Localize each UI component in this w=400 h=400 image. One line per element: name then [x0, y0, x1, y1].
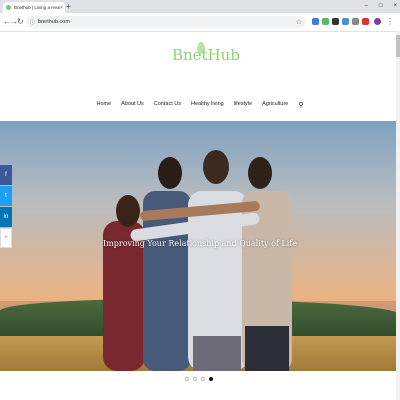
scrollbar-thumb[interactable]: [396, 35, 400, 57]
nav-item-home[interactable]: Home: [96, 101, 111, 109]
linkedin-share-button[interactable]: in: [0, 207, 12, 227]
slider-dot[interactable]: [201, 377, 205, 381]
address-bar[interactable]: ⓘ bnethub.com ☆: [26, 16, 306, 28]
nav-item-lifestyle[interactable]: lifestyle: [234, 101, 252, 109]
search-icon[interactable]: ⚲: [298, 101, 303, 109]
favicon-icon: [6, 5, 11, 10]
new-tab-button[interactable]: +: [66, 1, 71, 12]
window-controls: – □ ×: [365, 0, 397, 13]
nav-item-about-us[interactable]: About Us: [121, 101, 144, 109]
slider-dot-active[interactable]: [209, 377, 213, 381]
twitter-icon: t: [5, 193, 7, 199]
lock-icon: ⓘ: [30, 19, 36, 26]
facebook-share-button[interactable]: f: [0, 165, 12, 185]
tab-close-icon[interactable]: ×: [60, 5, 63, 11]
nav-item-healthy-living[interactable]: Healthy living: [191, 101, 224, 109]
linkedin-icon: in: [3, 214, 9, 220]
browser-tab[interactable]: Bnethub | Living a Healthy Life ×: [3, 2, 65, 13]
minimize-icon[interactable]: –: [365, 0, 368, 13]
twitter-share-button[interactable]: t: [0, 186, 12, 206]
more-share-button[interactable]: +: [0, 228, 12, 248]
tab-title: Bnethub | Living a Healthy Life: [14, 5, 60, 10]
leaf-icon: [197, 42, 205, 54]
extension-icon[interactable]: [362, 18, 369, 25]
facebook-icon: f: [5, 172, 7, 178]
more-icon: +: [4, 235, 8, 241]
extension-icon[interactable]: [342, 18, 349, 25]
extension-icon[interactable]: [312, 18, 319, 25]
extension-icon[interactable]: [332, 18, 339, 25]
hero-slider: Improving Your Relationship and Quality …: [0, 121, 400, 371]
address-toolbar: ← → ↻ ⓘ bnethub.com ☆ ⋮: [0, 13, 400, 32]
nav-item-contact-us[interactable]: Contact Us: [154, 101, 181, 109]
bookmark-star-icon[interactable]: ☆: [296, 18, 302, 26]
menu-kebab-icon[interactable]: ⋮: [386, 15, 394, 28]
site-logo-text: BnetHub: [172, 46, 240, 64]
slider-dot[interactable]: [193, 377, 197, 381]
page-scrollbar[interactable]: [396, 31, 400, 400]
main-nav: Home About Us Contact Us Healthy living …: [0, 101, 400, 109]
hero-caption: Improving Your Relationship and Quality …: [103, 239, 297, 248]
slider-dot[interactable]: [185, 377, 189, 381]
extension-icon[interactable]: [352, 18, 359, 25]
url-text: bnethub.com: [38, 19, 70, 25]
nav-item-agriculture[interactable]: Agriculture: [262, 101, 288, 109]
reload-icon[interactable]: ↻: [17, 15, 24, 28]
site-logo[interactable]: BnetHub: [172, 42, 240, 64]
extension-icon[interactable]: [322, 18, 329, 25]
browser-tab-bar: Bnethub | Living a Healthy Life × + – □ …: [0, 0, 400, 13]
close-icon[interactable]: ×: [393, 0, 397, 13]
maximize-icon[interactable]: □: [379, 0, 383, 13]
profile-avatar-icon[interactable]: [374, 18, 381, 25]
slider-dots: [185, 377, 213, 381]
